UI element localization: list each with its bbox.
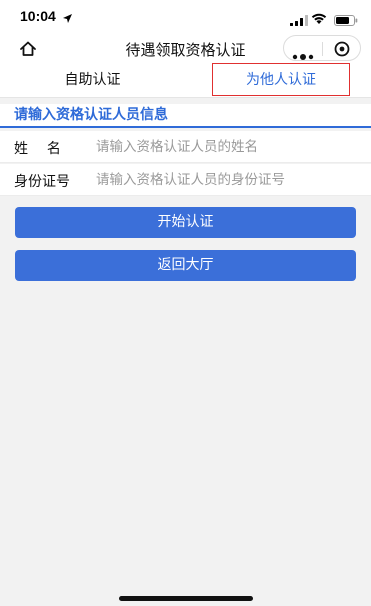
- home-indicator[interactable]: [119, 596, 253, 601]
- section-title: 请输入资格认证人员信息: [0, 104, 371, 128]
- name-label: 姓名: [14, 141, 80, 157]
- id-number-input[interactable]: [96, 168, 364, 192]
- status-bar: 10:04: [0, 0, 371, 34]
- cellular-signal-icon: [290, 11, 308, 30]
- start-auth-button[interactable]: 开始认证: [15, 207, 356, 238]
- back-to-hall-button[interactable]: 返回大厅: [15, 250, 356, 281]
- name-input[interactable]: [96, 135, 364, 159]
- id-number-label: 身份证号: [14, 174, 70, 190]
- location-arrow-icon: [62, 9, 73, 28]
- tab-other-auth[interactable]: 为他人认证: [212, 63, 350, 96]
- status-time: 10:04: [20, 8, 56, 24]
- capsule-divider: [322, 42, 323, 56]
- battery-icon: [334, 11, 358, 30]
- nav-bar: 待遇领取资格认证: [0, 34, 371, 62]
- id-number-row: 身份证号: [0, 164, 371, 196]
- tab-self-auth[interactable]: 自助认证: [0, 62, 185, 98]
- mini-program-capsule: [283, 35, 361, 61]
- name-row: 姓名: [0, 131, 371, 163]
- wifi-icon: [311, 10, 327, 29]
- tab-bar: 自助认证 为他人认证: [0, 62, 371, 98]
- close-circle-icon[interactable]: [334, 41, 350, 61]
